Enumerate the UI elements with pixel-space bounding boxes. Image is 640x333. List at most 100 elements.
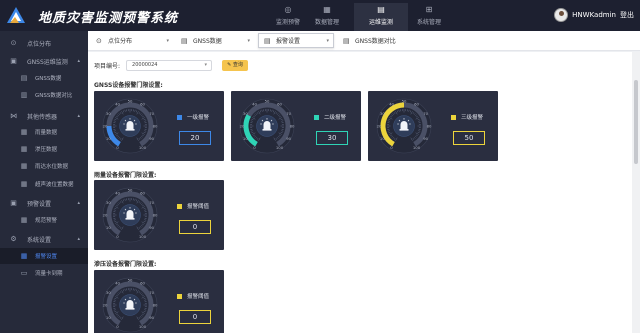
- sidebar-item-radar-water-level[interactable]: ▦ 雨达水位数据: [0, 158, 88, 174]
- nav-label: 系统管理: [416, 19, 441, 26]
- monitor-icon: ▣: [10, 56, 17, 65]
- alarm-label: 二级报警: [324, 115, 347, 121]
- gauge-tick-label: 90: [286, 136, 291, 141]
- gauge-tick-label: 30: [106, 111, 111, 116]
- alarm-label: 报警阈值: [187, 294, 210, 300]
- nav-data-management[interactable]: ▦ 数据管理: [300, 3, 354, 31]
- tab-label: GNSS数据对比: [355, 38, 396, 45]
- gauge-tick-label: 40: [115, 281, 120, 286]
- chevron-up-icon: ▴: [77, 200, 80, 206]
- sidebar-item-label: 报警设置: [35, 254, 58, 260]
- tab-alarm-settings[interactable]: ▤ 报警设置 ▾: [258, 33, 334, 48]
- gauge-tick-label: 40: [115, 191, 120, 196]
- gauge-tick-label: 90: [423, 136, 428, 141]
- sidebar-item-gnss-compare[interactable]: ▥ GNSS数据对比: [0, 87, 88, 103]
- sidebar-item-point-distribution[interactable]: ⊙ 点位分布: [0, 35, 88, 51]
- tab-point-distribution[interactable]: ⊙ 点位分布 ▾: [91, 33, 173, 48]
- tab-label: GNSS数据: [193, 38, 222, 45]
- gauge-tick-label: 80: [427, 123, 432, 128]
- nav-ops-monitoring[interactable]: ▤ 运维监测: [354, 3, 408, 31]
- gnss-level1-card: 0 10 20 30 40 50 60 70 80 90 100 一级报警 20: [94, 91, 224, 161]
- sidebar-item-ultrasonic[interactable]: ▦ 超声波位置数据: [0, 176, 88, 192]
- tab-gnss-compare[interactable]: ▤ GNSS数据对比: [338, 33, 426, 48]
- sidebar-item-sim-expiry[interactable]: ▭ 流量卡到期: [0, 265, 88, 281]
- gauge-tick-label: 100: [413, 145, 421, 150]
- logout-link[interactable]: 登出: [620, 10, 634, 20]
- gauge-tick-label: 70: [423, 111, 428, 116]
- gauge-tick-label: 30: [106, 200, 111, 205]
- project-select[interactable]: 20000024 ▾: [126, 59, 213, 71]
- threshold-input[interactable]: 0: [179, 310, 211, 324]
- table-icon: ▦: [20, 215, 28, 224]
- alarm-label: 报警阈值: [187, 204, 210, 210]
- sidebar-group-system-settings[interactable]: ⚙ 系统设置 ▴: [0, 231, 88, 247]
- gauge-tick-label: 80: [153, 212, 158, 217]
- sidebar-item-label: 雨达水位数据: [35, 164, 69, 170]
- avatar[interactable]: [554, 8, 569, 22]
- gauge-tick-label: 90: [149, 315, 154, 320]
- legend-swatch: [177, 114, 182, 120]
- threshold-input[interactable]: 0: [179, 220, 211, 234]
- gauge-tick-label: 50: [128, 98, 133, 103]
- threshold-input[interactable]: 50: [453, 131, 485, 145]
- gauge-tick-label: 50: [265, 98, 270, 103]
- scrollbar-thumb[interactable]: [634, 80, 638, 164]
- sidebar-item-label: 雨量数据: [35, 130, 58, 136]
- tab-bar: ⊙ 点位分布 ▾ ▤ GNSS数据 ▾ ▤ 报警设置 ▾ ▤ GNSS数据对比: [88, 31, 640, 51]
- sidebar-group-other-sensors[interactable]: ⋈ 其他传感器 ▴: [0, 108, 88, 124]
- chevron-up-icon: ▴: [77, 58, 80, 64]
- location-icon: ⊙: [96, 36, 102, 45]
- threshold-input[interactable]: 20: [179, 131, 211, 145]
- sidebar-item-label: 系统设置: [27, 236, 52, 244]
- legend-swatch: [451, 114, 456, 120]
- username[interactable]: HNWKadmin: [572, 11, 616, 19]
- chevron-down-icon: ▾: [166, 37, 169, 44]
- alarm-label: 一级报警: [187, 115, 210, 121]
- section-title-rainfall: 雨量设备报警门限设置:: [94, 172, 157, 179]
- sidebar-item-alarm-settings[interactable]: ▦ 报警设置: [0, 248, 88, 264]
- gauge-tick-label: 60: [140, 102, 145, 107]
- gauge-tick-label: 100: [276, 145, 284, 150]
- table-icon: ▦: [20, 251, 28, 260]
- tab-gnss-data[interactable]: ▤ GNSS数据 ▾: [176, 33, 254, 48]
- seepage-threshold-card: 0 10 20 30 40 50 60 70 80 90 100 报警阈值 0: [94, 270, 224, 333]
- sidebar-item-label: 预警设置: [27, 200, 52, 208]
- legend-swatch: [177, 203, 182, 209]
- gauge-tick-label: 40: [252, 102, 257, 107]
- list-icon: ▤: [343, 36, 350, 45]
- gear-icon: ⚙: [10, 234, 17, 243]
- gauge-tick-label: 90: [149, 225, 154, 230]
- table-icon: ▦: [20, 127, 28, 136]
- sidebar-item-label: 其他传感器: [27, 113, 58, 121]
- gauge-tick-label: 10: [106, 315, 111, 320]
- chevron-down-icon: ▾: [247, 37, 250, 44]
- location-icon: ⊙: [10, 38, 17, 47]
- rainfall-threshold-card: 0 10 20 30 40 50 60 70 80 90 100 报警阈值 0: [94, 180, 224, 250]
- nav-system-management[interactable]: ⊞ 系统管理: [402, 3, 456, 31]
- gauge-tick-label: 70: [149, 290, 154, 295]
- table-icon: ▥: [20, 90, 28, 99]
- gauge-tick-label: 10: [243, 136, 248, 141]
- sidebar-item-rainfall[interactable]: ▦ 雨量数据: [0, 124, 88, 140]
- sidebar-item-seepage[interactable]: ▦ 渗压数据: [0, 141, 88, 157]
- sidebar-item-label: GNSS运维监测: [27, 58, 68, 66]
- sidebar-group-warning-settings[interactable]: ▣ 预警设置 ▴: [0, 195, 88, 211]
- sidebar-item-label: GNSS数据对比: [35, 93, 73, 99]
- gauge-tick-label: 30: [243, 111, 248, 116]
- gauge-tick-label: 20: [103, 302, 108, 307]
- gauge-tick-label: 70: [149, 200, 154, 205]
- gauge: 0102030405060708090100: [103, 98, 158, 154]
- gauge-tick-label: 10: [380, 136, 385, 141]
- sidebar-item-gnss-data[interactable]: ▤ GNSS数据: [0, 70, 88, 86]
- scrollbar[interactable]: [632, 52, 640, 333]
- chevron-up-icon: ▴: [77, 236, 80, 242]
- table-icon: ▤: [20, 73, 28, 82]
- alarm-legend: 二级报警: [314, 113, 346, 121]
- sidebar-group-gnss[interactable]: ▣ GNSS运维监测 ▴: [0, 53, 88, 69]
- threshold-input[interactable]: 30: [316, 131, 348, 145]
- gauge-tick-label: 80: [290, 123, 295, 128]
- query-button[interactable]: ✎ 查询: [222, 59, 249, 71]
- sidebar-item-standard-warning[interactable]: ▦ 规范预警: [0, 212, 88, 228]
- nav-label: 数据管理: [314, 19, 339, 26]
- gauge-tick-label: 40: [389, 102, 394, 107]
